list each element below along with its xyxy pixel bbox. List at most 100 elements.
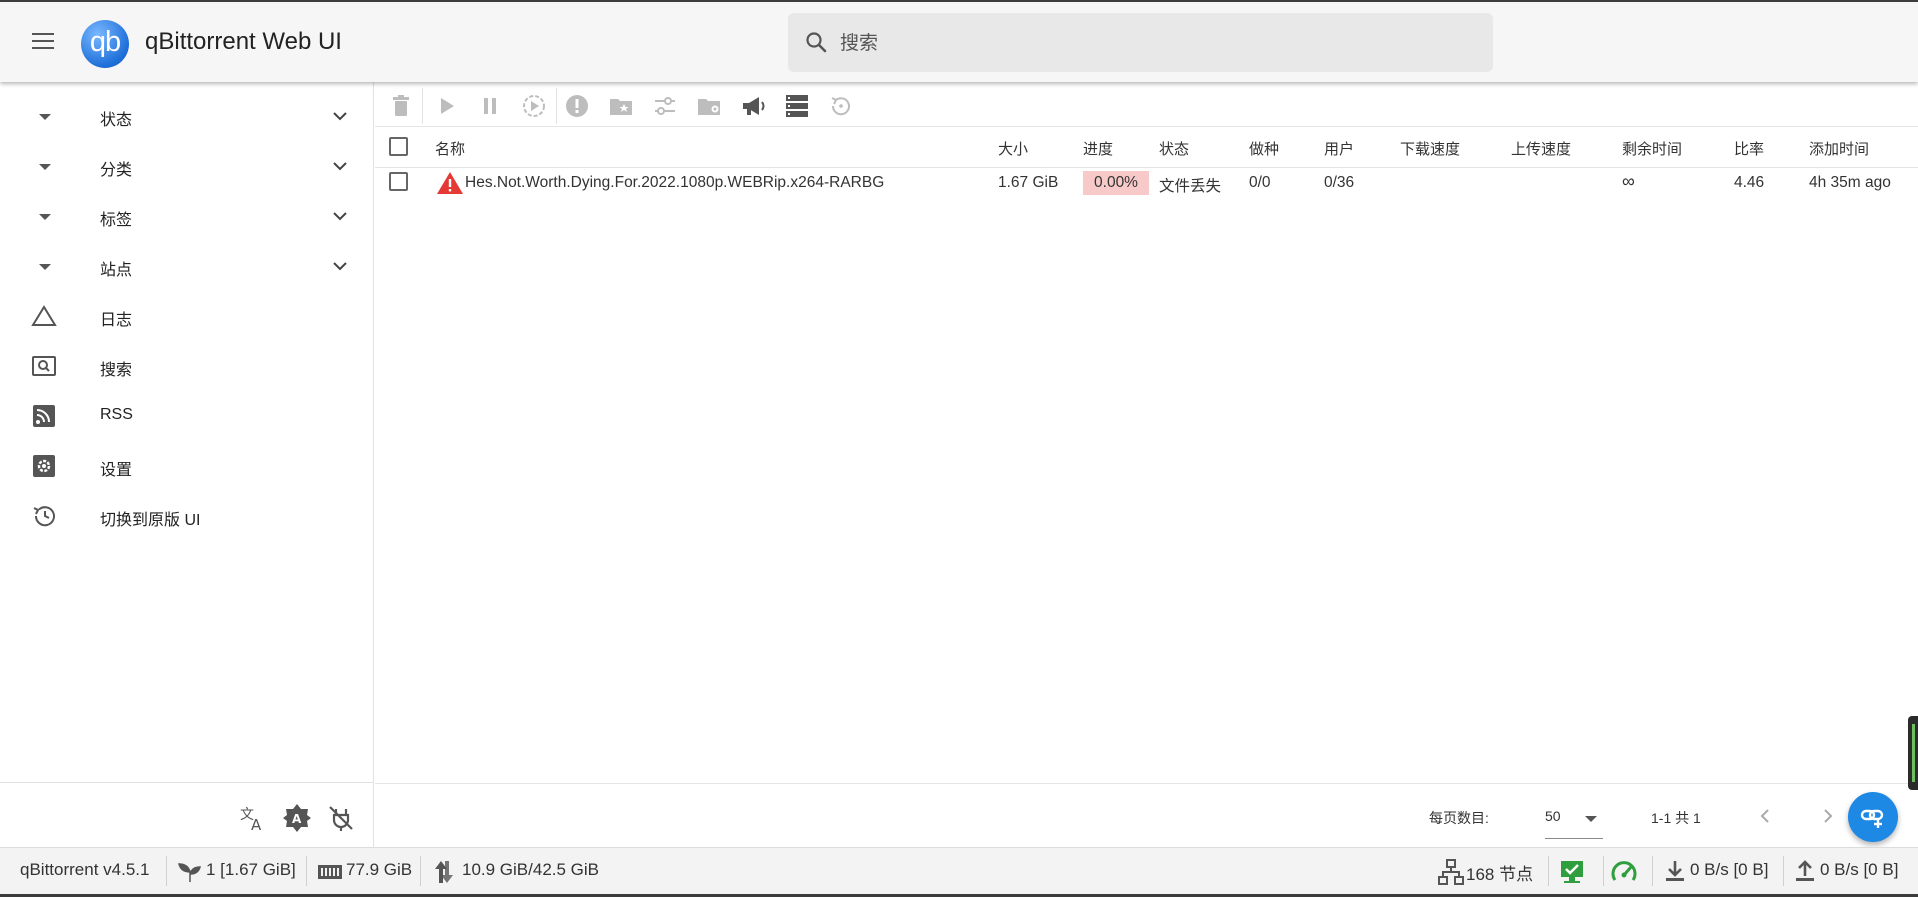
add-torrent-link-button[interactable] bbox=[1848, 792, 1898, 842]
transfer-arrows-icon bbox=[435, 861, 453, 883]
torrent-added: 4h 35m ago bbox=[1809, 174, 1891, 191]
torrent-row[interactable]: Hes.Not.Worth.Dying.For.2022.1080p.WEBRi… bbox=[375, 168, 1918, 204]
svg-text:A: A bbox=[251, 816, 262, 833]
play-icon[interactable] bbox=[432, 92, 460, 120]
torrent-table-header: 名称 大小 进度 状态 做种 用户 下载速度 上传速度 剩余时间 比率 添加时间 bbox=[375, 128, 1918, 168]
menu-icon[interactable] bbox=[30, 30, 56, 52]
connection-status-icon[interactable] bbox=[1559, 859, 1585, 885]
search-bar[interactable] bbox=[788, 13, 1493, 74]
sidebar-group-trackers[interactable]: 站点 bbox=[0, 242, 374, 290]
sidebar-group-label: 标签 bbox=[100, 212, 133, 229]
chevron-right-icon[interactable] bbox=[1818, 806, 1838, 826]
network-nodes-icon bbox=[1438, 859, 1464, 885]
pause-icon[interactable] bbox=[476, 92, 504, 120]
folder-location-icon[interactable] bbox=[695, 92, 723, 120]
announce-icon[interactable] bbox=[739, 92, 767, 120]
upload-speed: 0 B/s [0 B] bbox=[1820, 860, 1899, 879]
chevron-down-icon[interactable] bbox=[330, 256, 350, 276]
power-off-icon[interactable] bbox=[326, 803, 356, 833]
sidebar-item-settings[interactable]: 设置 bbox=[0, 442, 374, 490]
svg-text:A: A bbox=[292, 812, 302, 826]
column-header-dl-speed[interactable]: 下载速度 bbox=[1400, 138, 1460, 159]
select-all-checkbox[interactable] bbox=[389, 137, 408, 156]
sidebar: 状态 分类 标签 站点 日志 搜索 RSS 设置 切换到原版 UI 文A A bbox=[0, 82, 374, 847]
pagination: 每页数目: 50 1-1 共 1 bbox=[375, 783, 1918, 847]
tune-icon[interactable] bbox=[651, 92, 679, 120]
row-checkbox[interactable] bbox=[389, 172, 408, 191]
gear-icon bbox=[33, 455, 55, 477]
search-box-icon bbox=[32, 356, 56, 376]
torrent-status: 文件丢失 bbox=[1159, 178, 1222, 195]
warning-triangle-icon bbox=[31, 305, 57, 326]
recheck-icon[interactable] bbox=[827, 92, 855, 120]
column-header-seeds[interactable]: 做种 bbox=[1249, 138, 1279, 159]
divider bbox=[1548, 856, 1549, 886]
column-header-status[interactable]: 状态 bbox=[1159, 138, 1189, 159]
sidebar-group-label: 分类 bbox=[100, 162, 133, 179]
caret-down-icon bbox=[39, 264, 51, 270]
torrent-name: Hes.Not.Worth.Dying.For.2022.1080p.WEBRi… bbox=[465, 174, 885, 191]
seedling-icon bbox=[178, 863, 201, 882]
sidebar-group-label: 状态 bbox=[100, 112, 133, 129]
column-header-eta[interactable]: 剩余时间 bbox=[1622, 138, 1682, 159]
divider bbox=[1652, 856, 1653, 886]
column-header-ul-speed[interactable]: 上传速度 bbox=[1511, 138, 1571, 159]
search-icon bbox=[806, 32, 827, 53]
toolbar bbox=[375, 84, 1918, 127]
chevron-left-icon[interactable] bbox=[1755, 806, 1775, 826]
caret-down-icon bbox=[1585, 816, 1597, 822]
divider bbox=[1603, 856, 1604, 886]
torrent-size: 1.67 GiB bbox=[998, 174, 1059, 191]
history-icon bbox=[33, 506, 55, 527]
folder-star-icon[interactable] bbox=[607, 92, 635, 120]
auto-theme-icon[interactable]: A bbox=[282, 803, 312, 833]
sidebar-item-label: 搜索 bbox=[100, 362, 133, 379]
delete-icon[interactable] bbox=[387, 92, 415, 120]
app-header: qb qBittorrent Web UI bbox=[0, 0, 1918, 82]
translate-icon[interactable]: 文A bbox=[238, 803, 268, 833]
column-header-name[interactable]: 名称 bbox=[435, 138, 465, 159]
chevron-down-icon[interactable] bbox=[330, 106, 350, 126]
sidebar-group-tags[interactable]: 标签 bbox=[0, 192, 374, 240]
toolbar-divider bbox=[422, 88, 423, 124]
chevron-down-icon[interactable] bbox=[330, 206, 350, 226]
per-page-select[interactable]: 50 bbox=[1545, 802, 1603, 839]
sidebar-item-log[interactable]: 日志 bbox=[0, 292, 374, 340]
dht-nodes: 168 节点 bbox=[1466, 865, 1534, 884]
download-speed: 0 B/s [0 B] bbox=[1690, 860, 1769, 879]
column-header-peers[interactable]: 用户 bbox=[1324, 138, 1354, 159]
sidebar-item-label: 切换到原版 UI bbox=[100, 512, 201, 529]
sidebar-group-status[interactable]: 状态 bbox=[0, 92, 374, 140]
toolbar-divider bbox=[556, 88, 557, 124]
per-page-value: 50 bbox=[1545, 808, 1561, 824]
upload-icon bbox=[1796, 860, 1814, 881]
rss-icon bbox=[33, 405, 55, 427]
force-start-icon[interactable] bbox=[520, 92, 548, 120]
column-header-progress[interactable]: 进度 bbox=[1083, 138, 1113, 159]
progress-text: 0.00% bbox=[1094, 174, 1138, 191]
divider bbox=[0, 782, 374, 783]
chevron-down-icon[interactable] bbox=[330, 156, 350, 176]
caret-down-icon bbox=[39, 114, 51, 120]
caret-down-icon bbox=[39, 164, 51, 170]
sidebar-group-categories[interactable]: 分类 bbox=[0, 142, 374, 190]
alert-icon[interactable] bbox=[563, 92, 591, 120]
server-list-icon[interactable] bbox=[783, 92, 811, 120]
storage-icon bbox=[318, 865, 342, 879]
divider bbox=[420, 856, 421, 886]
sidebar-item-label: RSS bbox=[100, 406, 133, 423]
sidebar-group-label: 站点 bbox=[100, 262, 133, 279]
download-icon bbox=[1666, 861, 1684, 881]
status-bar: qBittorrent v4.5.1 1 [1.67 GiB] 77.9 GiB… bbox=[0, 847, 1918, 897]
sidebar-item-label: 日志 bbox=[100, 312, 133, 329]
search-input[interactable] bbox=[838, 13, 1482, 74]
error-icon bbox=[437, 172, 463, 194]
edge-widget[interactable] bbox=[1908, 716, 1918, 790]
column-header-added[interactable]: 添加时间 bbox=[1809, 138, 1869, 159]
sidebar-item-search[interactable]: 搜索 bbox=[0, 342, 374, 390]
column-header-ratio[interactable]: 比率 bbox=[1734, 138, 1764, 159]
sidebar-item-switch-ui[interactable]: 切换到原版 UI bbox=[0, 492, 374, 540]
speed-limit-icon[interactable] bbox=[1610, 858, 1638, 886]
column-header-size[interactable]: 大小 bbox=[998, 138, 1028, 159]
sidebar-item-rss[interactable]: RSS bbox=[0, 392, 374, 440]
